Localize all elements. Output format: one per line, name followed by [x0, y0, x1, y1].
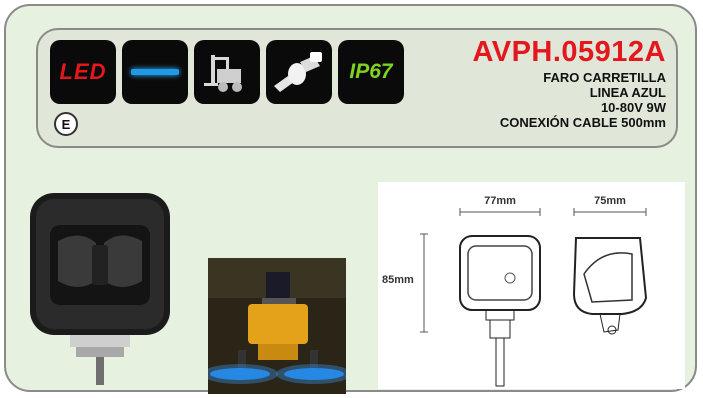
forklift-photo: [208, 258, 346, 394]
forklift-badge: [194, 40, 260, 104]
product-header: LED IP67 E AVPH.05912A FARO CARRETILLA L…: [36, 28, 678, 148]
e-mark-label: E: [61, 116, 71, 132]
led-badge: LED: [50, 40, 116, 104]
forklift-icon: [204, 55, 242, 92]
forklift-scene-image: [208, 258, 346, 394]
product-description: FARO CARRETILLA LINEA AZUL 10-80V 9W CON…: [500, 70, 666, 130]
description-line: 10-80V 9W: [600, 100, 666, 115]
lamp-photo: [30, 193, 170, 385]
depth-dimension: 75mm: [594, 195, 626, 207]
ip67-label: IP67: [349, 60, 393, 83]
connector-icon: [274, 52, 322, 92]
led-label: LED: [59, 59, 107, 84]
product-code: AVPH.05912A: [472, 36, 666, 68]
description-line: CONEXIÓN CABLE 500mm: [499, 115, 666, 130]
blue-line-icon: [131, 69, 179, 75]
e-mark-icon: E: [54, 112, 78, 136]
blue-line-badge: [122, 40, 188, 104]
connector-badge: [266, 40, 332, 104]
width-dimension: 77mm: [484, 195, 516, 207]
ip67-badge: IP67: [338, 40, 404, 104]
description-line: LINEA AZUL: [589, 85, 666, 100]
technical-drawing: 77mm 85mm 75mm: [378, 182, 685, 389]
height-dimension: 85mm: [382, 274, 414, 286]
description-line: FARO CARRETILLA: [543, 70, 666, 85]
